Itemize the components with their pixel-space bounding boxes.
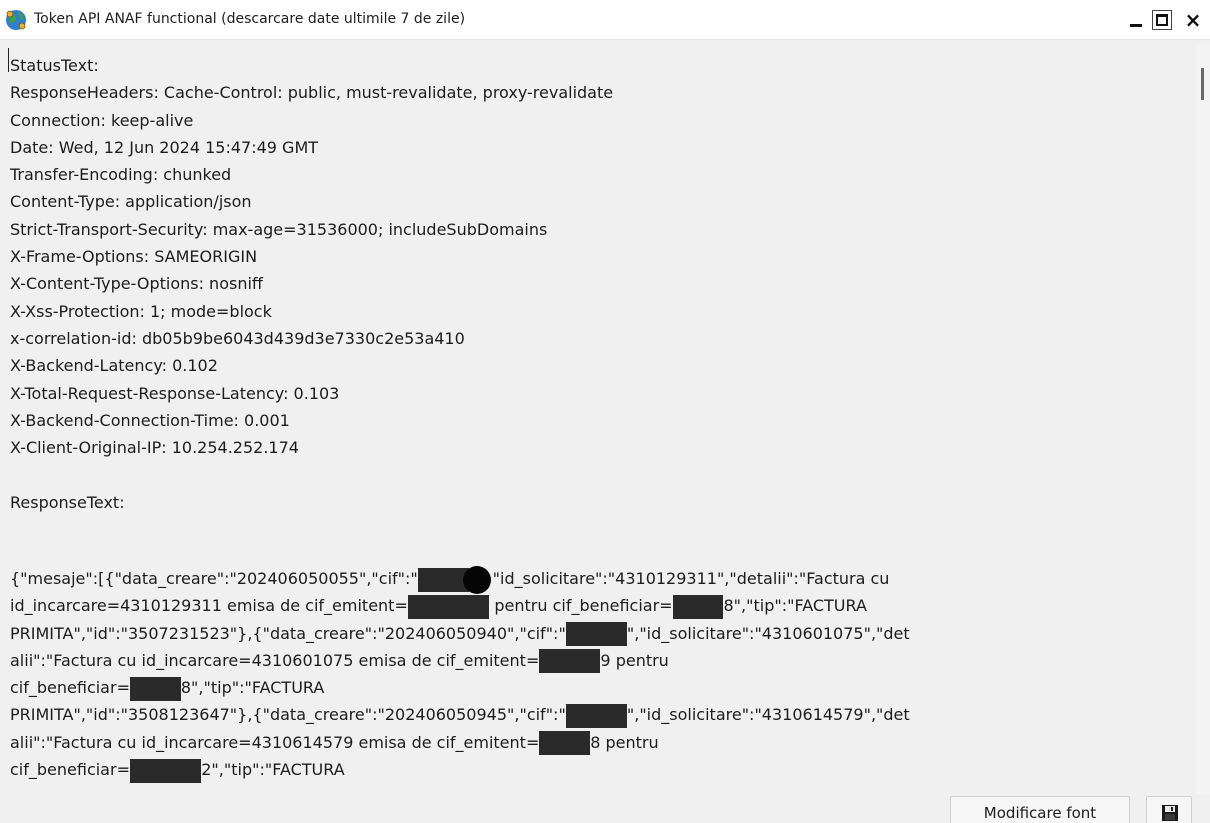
header-line: X-Frame-Options: SAMEORIGIN [10, 247, 258, 267]
response-text-area[interactable]: StatusText: ResponseHeaders: Cache-Contr… [4, 44, 1192, 794]
text-caret [8, 48, 9, 72]
window-title: Token API ANAF functional (descarcare da… [34, 11, 466, 27]
minimize-icon [1130, 24, 1142, 27]
title-bar[interactable]: Token API ANAF functional (descarcare da… [0, 0, 1210, 40]
status-text-line: StatusText: [10, 56, 99, 75]
maximize-icon [1156, 14, 1168, 26]
redaction-box: 33215 [417, 567, 469, 592]
close-button[interactable]: × [1181, 10, 1205, 30]
modify-font-button[interactable]: Modificare font [950, 796, 1130, 823]
json-text: PRIMITA","id":"3508123647"},{"data_crear… [10, 705, 566, 725]
json-text: id_incarcare=4310129311 emisa de cif_emi… [10, 596, 408, 616]
close-icon: × [1184, 8, 1202, 32]
floppy-disk-icon [1162, 805, 1178, 821]
redaction-box: 33215 [539, 731, 591, 756]
redaction-box: 332158 [565, 622, 627, 647]
header-line: Content-Type: application/json [10, 192, 252, 212]
redaction-box: 332158 [565, 703, 627, 728]
json-text: cif_beneficiar= [10, 760, 130, 780]
json-text: "id_solicitare":"4310129311","detalii":"… [492, 569, 890, 588]
json-text: PRIMITA","id":"3507231523"},{"data_crear… [10, 623, 566, 643]
scrollbar-thumb[interactable] [1201, 68, 1204, 100]
json-text: cif_beneficiar= [10, 678, 130, 698]
json-text: pentru cif_beneficiar= [489, 596, 673, 616]
redaction-box: 911222 [539, 649, 601, 674]
redaction-box: 33215 [129, 676, 181, 701]
response-text-label: ResponseText: [10, 492, 125, 512]
json-line: cif_beneficiar=39338962","tip":"FACTURA [10, 756, 1190, 783]
save-button[interactable] [1146, 796, 1192, 823]
header-line: Connection: keep-alive [10, 110, 194, 130]
json-line: alii":"Factura cu id_incarcare=431061457… [10, 729, 1190, 756]
redaction-box: 11972373 [407, 594, 490, 619]
header-line: X-Xss-Protection: 1; mode=block [10, 301, 272, 321]
json-line: cif_beneficiar=332158","tip":"FACTURA [10, 674, 1190, 701]
redaction-dot [462, 565, 491, 594]
json-text: 9 pentru [600, 650, 669, 670]
header-line: x-correlation-id: db05b9be6043d439d3e733… [10, 328, 465, 348]
header-line: Transfer-Encoding: chunked [10, 165, 232, 185]
redaction-box: 33215 [672, 594, 724, 619]
header-line: ResponseHeaders: Cache-Control: public, … [10, 83, 614, 103]
json-text: 2","tip":"FACTURA [201, 760, 345, 780]
header-line: X-Content-Type-Options: nosniff [10, 274, 263, 294]
globe-network-icon [6, 10, 26, 30]
json-body-block: {"mesaje":[{"data_creare":"202406050055"… [10, 565, 1190, 783]
vertical-scrollbar[interactable] [1196, 44, 1210, 794]
json-text: {"mesaje":[{"data_creare":"202406050055"… [10, 569, 418, 588]
header-line: X-Backend-Latency: 0.102 [10, 356, 218, 376]
json-line: id_incarcare=4310129311 emisa de cif_emi… [10, 592, 1190, 619]
response-headers-block: StatusText: ResponseHeaders: Cache-Contr… [10, 52, 1190, 516]
header-line: X-Client-Original-IP: 10.254.252.174 [10, 438, 299, 458]
json-line: PRIMITA","id":"3508123647"},{"data_crear… [10, 701, 1190, 728]
minimize-button[interactable] [1126, 10, 1146, 30]
json-text: alii":"Factura cu id_incarcare=431061457… [10, 732, 540, 752]
json-text: 8","tip":"FACTURA [180, 678, 325, 698]
json-text: alii":"Factura cu id_incarcare=431060107… [10, 650, 540, 670]
header-line: Strict-Transport-Security: max-age=31536… [10, 219, 548, 239]
app-window: Token API ANAF functional (descarcare da… [0, 0, 1210, 823]
header-line: X-Total-Request-Response-Latency: 0.103 [10, 383, 340, 403]
json-text: 8","tip":"FACTURA [723, 596, 867, 616]
json-text: 8 pentru [590, 732, 659, 752]
json-text: ","id_solicitare":"4310614579","det [626, 705, 910, 725]
json-line: PRIMITA","id":"3507231523"},{"data_crear… [10, 620, 1190, 647]
redaction-box: 3933896 [129, 758, 202, 783]
header-line: Date: Wed, 12 Jun 2024 15:47:49 GMT [10, 137, 319, 157]
header-line: X-Backend-Connection-Time: 0.001 [10, 410, 290, 430]
json-text: ","id_solicitare":"4310601075","det [626, 623, 910, 643]
json-line: {"mesaje":[{"data_creare":"202406050055"… [10, 565, 1190, 594]
maximize-button[interactable] [1152, 10, 1172, 30]
json-line: alii":"Factura cu id_incarcare=431060107… [10, 647, 1190, 674]
